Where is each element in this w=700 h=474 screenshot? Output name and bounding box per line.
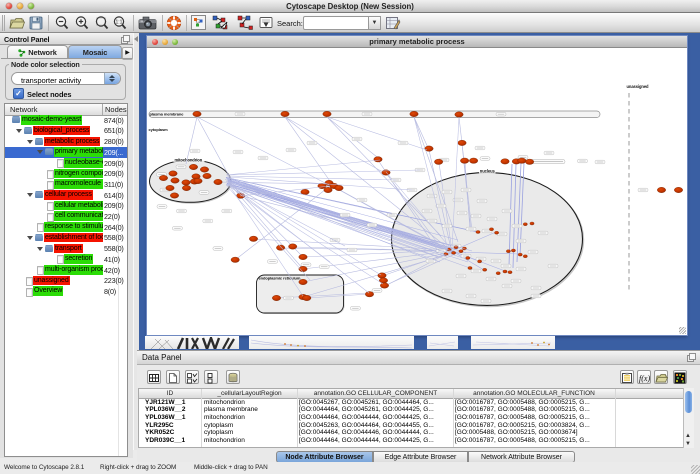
svg-text:f(x): f(x) xyxy=(639,374,650,383)
svg-text:plasma membrane: plasma membrane xyxy=(150,111,185,116)
svg-text:1:1: 1:1 xyxy=(116,20,123,26)
svg-text:cytoplasm: cytoplasm xyxy=(149,127,169,132)
svg-text:endoplasmic reticulum: endoplasmic reticulum xyxy=(259,275,301,280)
svg-text:mitochondrion: mitochondrion xyxy=(175,157,203,162)
svg-text:unassigned: unassigned xyxy=(627,84,650,89)
svg-text:nucleus: nucleus xyxy=(480,169,496,174)
